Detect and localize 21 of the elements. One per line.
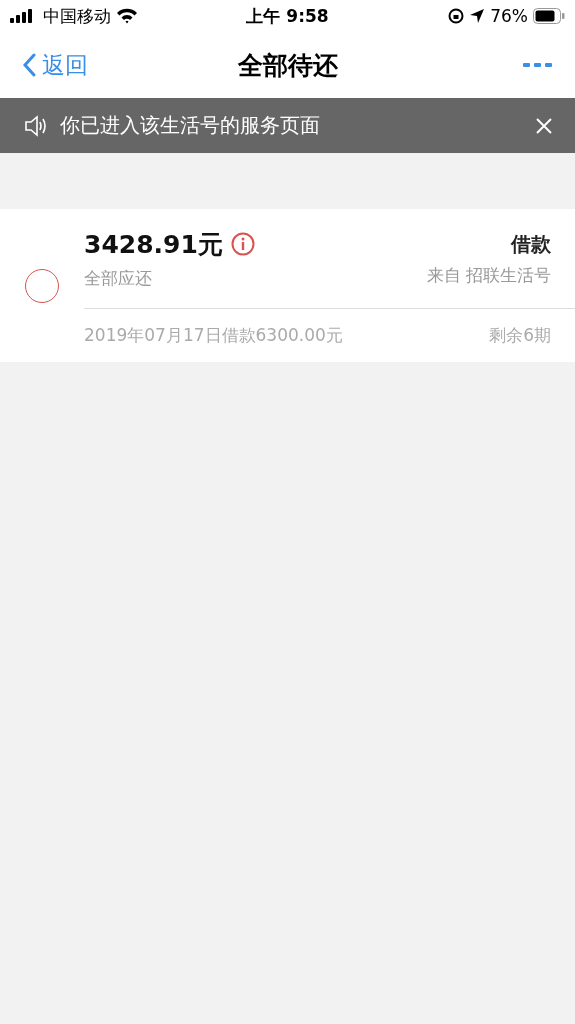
battery-percent: 76%	[490, 6, 528, 26]
speaker-icon	[24, 114, 48, 137]
rotation-lock-icon	[448, 8, 465, 24]
page-title: 全部待还	[237, 49, 338, 82]
wifi-icon	[116, 8, 138, 24]
remaining-periods: 剩余6期	[489, 324, 551, 347]
battery-icon	[533, 8, 565, 24]
amount-due: 3428.91元	[84, 228, 223, 261]
status-time: 上午 9:58	[246, 4, 329, 28]
loan-type: 借款	[511, 230, 551, 258]
loan-card[interactable]: 3428.91元 全部应还 借款 来自 招联生活号 2019年07月17日借款6300.00元 剩余6期	[0, 209, 575, 362]
loan-source: 来自 招联生活号	[426, 263, 551, 287]
carrier-name: 中国移动	[43, 4, 111, 28]
more-icon[interactable]	[523, 62, 553, 68]
location-icon	[469, 8, 486, 24]
info-icon[interactable]	[230, 232, 255, 256]
chevron-icon	[22, 53, 36, 77]
loan-detail: 2019年07月17日借款6300.00元	[84, 324, 343, 347]
notice-text: 你已进入该生活号的服务页面	[60, 112, 321, 139]
amount-label: 全部应还	[84, 266, 153, 290]
close-icon[interactable]	[535, 116, 553, 135]
